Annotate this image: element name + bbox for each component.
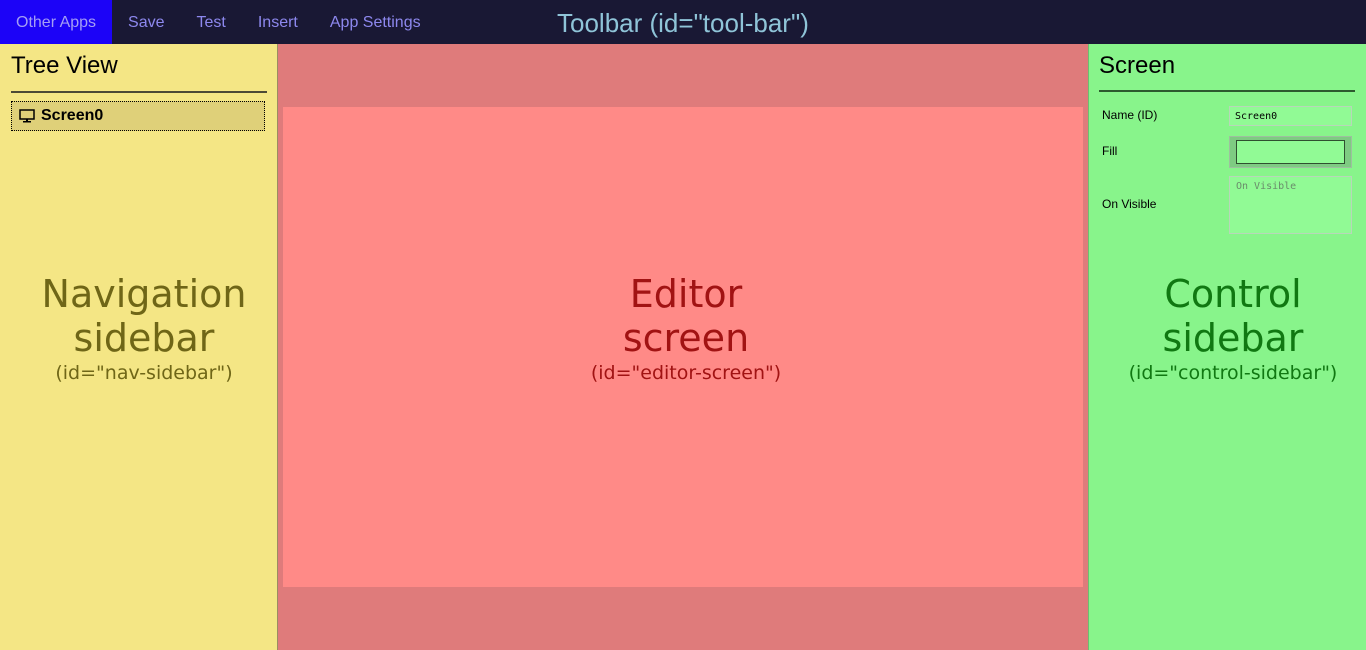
- control-sidebar-caption: Control sidebar (id="control-sidebar"): [1089, 272, 1366, 386]
- nav-caption-line2: sidebar: [73, 316, 215, 360]
- control-caption-id: (id="control-sidebar"): [1128, 362, 1338, 384]
- control-panel-title: Screen: [1099, 52, 1176, 79]
- name-id-label: Name (ID): [1102, 108, 1158, 122]
- menu-insert[interactable]: Insert: [242, 0, 314, 44]
- control-sidebar: Screen Name (ID) Fill On Visible Control…: [1088, 44, 1366, 650]
- editor-caption: Editor screen (id="editor-screen"): [536, 272, 836, 386]
- name-id-input[interactable]: [1229, 106, 1352, 126]
- nav-sidebar-caption: Navigation sidebar (id="nav-sidebar"): [0, 272, 288, 386]
- toolbar-caption: Toolbar (id="tool-bar"): [557, 8, 809, 38]
- tree-item-screen0[interactable]: Screen0: [11, 101, 265, 131]
- control-panel-divider: [1099, 90, 1355, 92]
- editor-area: Editor screen (id="editor-screen"): [278, 44, 1088, 650]
- app-root: Other Apps Save Test Insert App Settings…: [0, 0, 1366, 650]
- monitor-icon: [19, 109, 35, 128]
- on-visible-label: On Visible: [1102, 197, 1157, 211]
- editor-caption-line2: screen: [622, 316, 750, 360]
- tree-view-divider: [11, 91, 267, 93]
- nav-caption-line1: Navigation: [41, 272, 247, 316]
- control-caption-line2: sidebar: [1162, 316, 1304, 360]
- menu-test[interactable]: Test: [181, 0, 242, 44]
- fill-color-swatch[interactable]: [1236, 140, 1345, 164]
- editor-caption-line1: Editor: [629, 272, 743, 316]
- editor-caption-id: (id="editor-screen"): [590, 362, 782, 384]
- nav-sidebar: Tree View Screen0 Navigation sidebar (id…: [0, 44, 278, 650]
- menu-save[interactable]: Save: [112, 0, 180, 44]
- menu-other-apps[interactable]: Other Apps: [0, 0, 113, 44]
- tree-item-label: Screen0: [41, 107, 104, 124]
- on-visible-input[interactable]: [1229, 176, 1352, 234]
- tree-view-title: Tree View: [11, 52, 118, 79]
- toolbar: Other Apps Save Test Insert App Settings…: [0, 0, 1366, 44]
- toolbar-menu: Other Apps Save Test Insert App Settings: [0, 0, 437, 44]
- fill-picker: [1229, 136, 1352, 168]
- menu-app-settings[interactable]: App Settings: [314, 0, 437, 44]
- fill-label: Fill: [1102, 144, 1118, 158]
- control-caption-line1: Control: [1164, 272, 1302, 316]
- nav-caption-id: (id="nav-sidebar"): [55, 362, 233, 384]
